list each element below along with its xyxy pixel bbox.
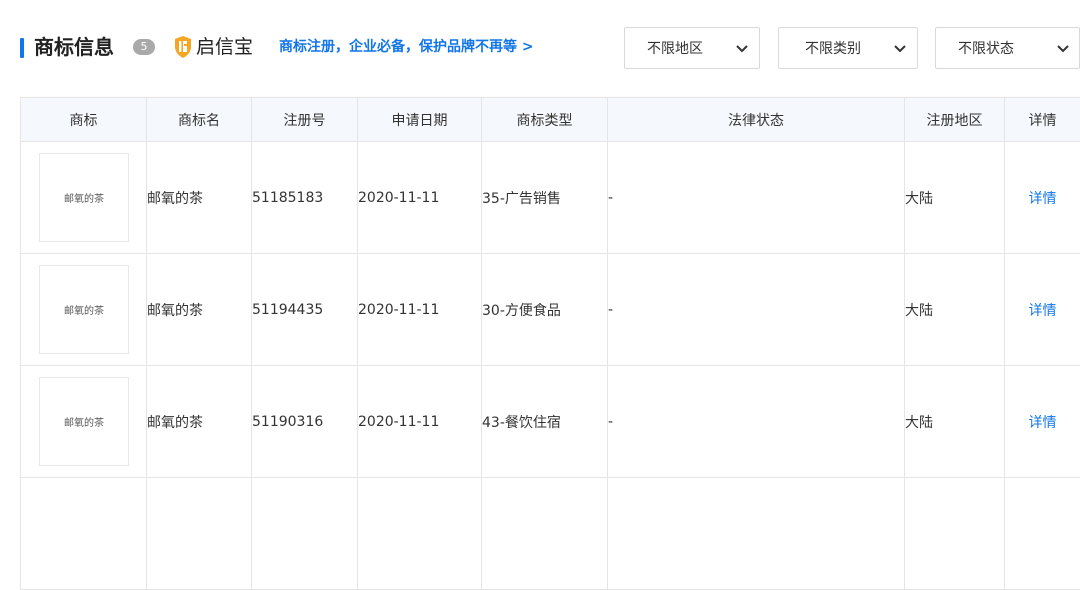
chevron-down-icon: [1056, 42, 1070, 56]
detail-cell: 详情: [1005, 366, 1080, 478]
trademark-type: 35-广告销售: [482, 142, 608, 254]
table-row: 邮氧的茶 邮氧的茶 51190316 2020-11-11 43-餐饮住宿 - …: [21, 366, 1080, 478]
trademark-name: 邮氧的茶: [147, 142, 252, 254]
region-filter-label: 不限地区: [647, 39, 703, 59]
registration-region: 大陆: [905, 254, 1005, 366]
logo-cell: 邮氧的茶: [21, 142, 147, 254]
application-date: 2020-11-11: [358, 366, 482, 478]
section-title: 商标信息: [34, 33, 114, 61]
brand-name: 启信宝: [196, 34, 253, 60]
trademark-name: 邮氧的茶: [147, 254, 252, 366]
column-header-legal-status: 法律状态: [608, 98, 905, 142]
title-accent-bar: [20, 38, 24, 58]
promo-link[interactable]: 商标注册，企业必备，保护品牌不再等 >: [279, 37, 534, 57]
trademark-logo-image[interactable]: 邮氧的茶: [39, 265, 129, 354]
registration-number: 51194435: [252, 254, 358, 366]
detail-link[interactable]: 详情: [1029, 415, 1057, 431]
column-header-reg-no: 注册号: [252, 98, 358, 142]
chevron-down-icon: [735, 42, 749, 56]
trademark-name: 邮氧的茶: [147, 366, 252, 478]
category-filter-select[interactable]: 不限类别: [778, 27, 918, 69]
qixinbao-logo-icon: [173, 35, 193, 59]
category-filter-label: 不限类别: [805, 39, 861, 59]
registration-number: 51185183: [252, 142, 358, 254]
trademark-table: 商标 商标名 注册号 申请日期 商标类型 法律状态 注册地区 详情 邮氧的茶 邮…: [20, 97, 1080, 590]
table-row: 邮氧的茶 邮氧的茶 51185183 2020-11-11 35-广告销售 - …: [21, 142, 1080, 254]
logo-cell: 邮氧的茶: [21, 254, 147, 366]
legal-status: -: [608, 142, 905, 254]
table-cell: [608, 478, 905, 590]
column-header-date: 申请日期: [358, 98, 482, 142]
legal-status: -: [608, 366, 905, 478]
column-header-region: 注册地区: [905, 98, 1005, 142]
detail-cell: 详情: [1005, 142, 1080, 254]
detail-link[interactable]: 详情: [1029, 303, 1057, 319]
column-header-logo: 商标: [21, 98, 147, 142]
table-cell: [252, 478, 358, 590]
trademark-logo-image[interactable]: 邮氧的茶: [39, 153, 129, 242]
table-cell: [21, 478, 147, 590]
application-date: 2020-11-11: [358, 142, 482, 254]
logo-cell: 邮氧的茶: [21, 366, 147, 478]
legal-status: -: [608, 254, 905, 366]
section-header: 商标信息 5 启信宝 商标注册，企业必备，保护品牌不再等 > 不限地区 不限类别…: [0, 0, 1080, 96]
registration-number: 51190316: [252, 366, 358, 478]
table-cell: [905, 478, 1005, 590]
table-cell: [358, 478, 482, 590]
table-row-partial: [21, 478, 1080, 590]
table-cell: [147, 478, 252, 590]
status-filter-select[interactable]: 不限状态: [935, 27, 1080, 69]
table-cell: [1005, 478, 1080, 590]
registration-region: 大陆: [905, 142, 1005, 254]
count-badge: 5: [133, 39, 155, 55]
status-filter-label: 不限状态: [958, 39, 1014, 59]
table-cell: [482, 478, 608, 590]
chevron-down-icon: [893, 42, 907, 56]
application-date: 2020-11-11: [358, 254, 482, 366]
column-header-type: 商标类型: [482, 98, 608, 142]
region-filter-select[interactable]: 不限地区: [624, 27, 760, 69]
trademark-type: 43-餐饮住宿: [482, 366, 608, 478]
detail-cell: 详情: [1005, 254, 1080, 366]
trademark-logo-image[interactable]: 邮氧的茶: [39, 377, 129, 466]
table-header-row: 商标 商标名 注册号 申请日期 商标类型 法律状态 注册地区 详情: [21, 98, 1080, 142]
detail-link[interactable]: 详情: [1029, 191, 1057, 207]
column-header-detail: 详情: [1005, 98, 1080, 142]
column-header-name: 商标名: [147, 98, 252, 142]
table-row: 邮氧的茶 邮氧的茶 51194435 2020-11-11 30-方便食品 - …: [21, 254, 1080, 366]
trademark-type: 30-方便食品: [482, 254, 608, 366]
registration-region: 大陆: [905, 366, 1005, 478]
